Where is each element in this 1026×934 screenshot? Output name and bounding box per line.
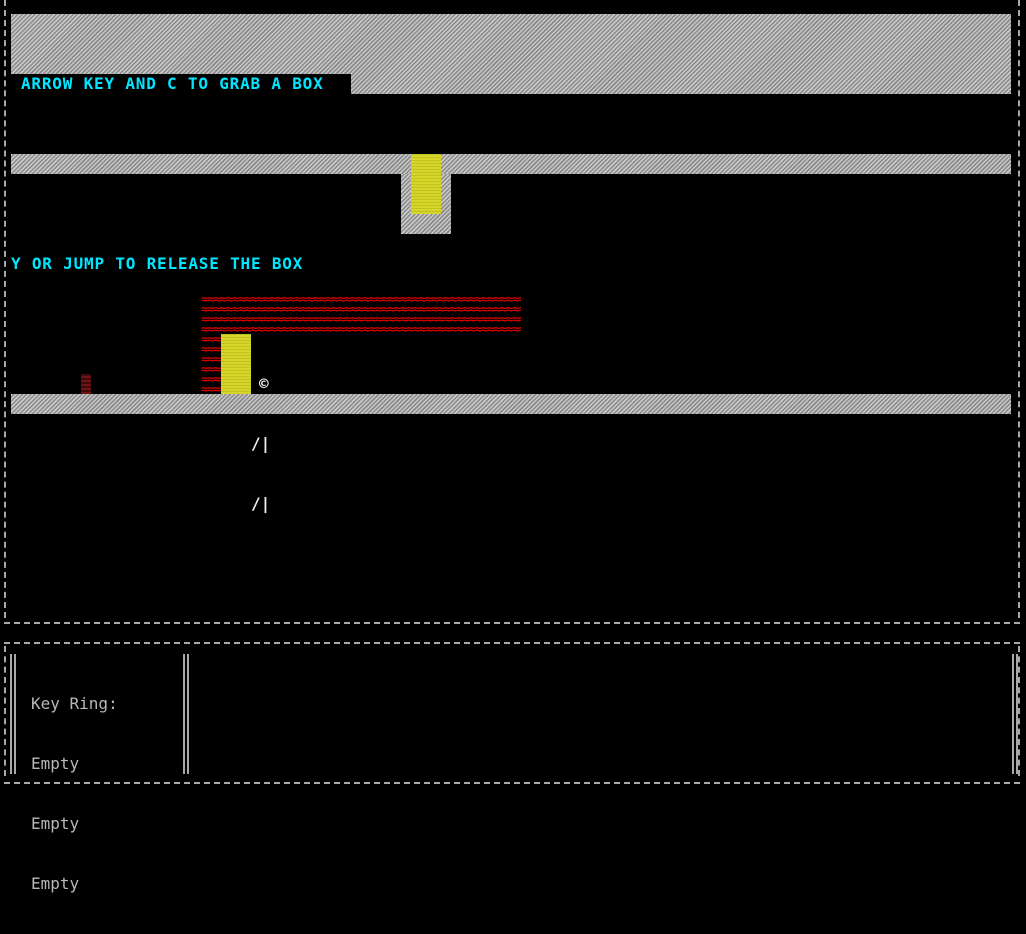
viewport-bottom-border (4, 622, 1020, 624)
pushable-box-held[interactable] (221, 334, 251, 394)
hint-grab-text: ARROW KEY AND C TO GRAB A BOX (21, 74, 324, 93)
key-ring-slot-2: Empty (31, 814, 80, 833)
key-ring-slot-1: Empty (31, 754, 80, 773)
key-ring-panel: Key Ring: Empty Empty Empty (31, 654, 118, 934)
door-marker (81, 374, 91, 394)
lava-row-top: ≈≈≈≈≈≈≈≈≈≈≈≈≈≈≈≈≈≈≈≈≈≈≈≈≈≈≈≈≈≈≈≈≈≈≈≈≈≈≈≈… (201, 294, 521, 314)
viewport-left-border (4, 0, 6, 618)
player-character: © /| /| (251, 334, 298, 554)
hud-right-border (1018, 646, 1020, 776)
lava-row-second: ≈≈≈≈≈≈≈≈≈≈≈≈≈≈≈≈≈≈≈≈≈≈≈≈≈≈≈≈≈≈≈≈≈≈≈≈≈≈≈≈… (201, 314, 521, 334)
hud-left-border (4, 646, 6, 776)
lava-column-left: ≈≈≈≈≈≈≈≈≈≈≈≈≈≈≈≈≈≈≈≈≈≈≈≈ (201, 334, 221, 394)
hud-left-rail (10, 654, 16, 774)
hint-release-text: Y OR JUMP TO RELEASE THE BOX (11, 254, 304, 273)
viewport-right-border (1018, 0, 1020, 618)
hud-top-border (4, 642, 1020, 644)
floor (11, 394, 1011, 414)
hud-right-rail (1012, 654, 1018, 774)
hud-divider-rail (183, 654, 189, 774)
key-ring-slot-3: Empty (31, 874, 80, 893)
player-torso: /| (251, 434, 271, 453)
key-ring-title: Key Ring: (31, 694, 118, 713)
hud-bottom-border (4, 782, 1020, 784)
middle-ledge (11, 154, 1011, 174)
pushable-box-upper[interactable] (411, 154, 441, 214)
player-head: © (259, 374, 269, 393)
player-legs: /| (251, 494, 271, 513)
